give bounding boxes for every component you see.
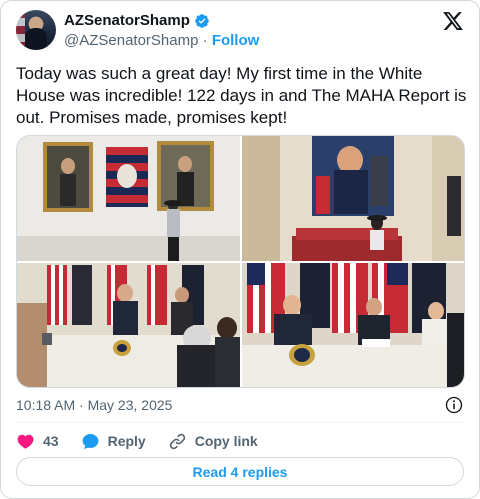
author-display-name[interactable]: AZSenatorShamp [64, 12, 190, 30]
reply-bubble-icon [82, 433, 98, 449]
reply-label: Reply [107, 433, 146, 449]
verified-badge-icon [195, 14, 209, 28]
photo-3[interactable] [17, 263, 240, 387]
reply-button[interactable]: Reply [81, 432, 146, 451]
tweet-text: Today was such a great day! My first tim… [16, 64, 467, 127]
author-names: AZSenatorShamp @AZSenatorShamp · Follow [64, 12, 259, 51]
copy-link-label: Copy link [194, 433, 258, 449]
tweet-card[interactable]: AZSenatorShamp @AZSenatorShamp · Follow … [0, 0, 480, 499]
photo-4[interactable] [242, 263, 464, 387]
avatar-flag-detail [16, 10, 25, 50]
like-button[interactable]: 43 [16, 432, 59, 451]
read-replies-button[interactable]: Read 4 replies [16, 457, 464, 486]
photo-grid[interactable] [16, 135, 465, 388]
heart-icon [17, 434, 34, 449]
author-handle-row: @AZSenatorShamp · Follow [64, 31, 259, 51]
x-logo-icon[interactable] [442, 10, 464, 32]
photo-2[interactable] [242, 136, 464, 261]
divider [16, 422, 464, 423]
info-icon[interactable] [445, 396, 463, 414]
copy-link-icon [169, 433, 185, 449]
photo-1[interactable] [17, 136, 240, 261]
tweet-timestamp[interactable]: 10:18 AM · May 23, 2025 [16, 396, 172, 414]
author-display-name-row[interactable]: AZSenatorShamp [64, 12, 210, 30]
photo-1-image [17, 136, 240, 261]
tweet-actions: 43 Reply Copy link [16, 430, 280, 452]
photo-2-image [242, 136, 464, 261]
tweet-header: AZSenatorShamp @AZSenatorShamp · Follow [16, 10, 464, 56]
photo-3-image [17, 263, 240, 387]
copy-link-button[interactable]: Copy link [168, 432, 258, 451]
follow-button[interactable]: Follow [212, 32, 260, 49]
author-handle[interactable]: @AZSenatorShamp [64, 32, 198, 49]
avatar-figure [25, 28, 47, 50]
photo-4-image [242, 263, 464, 387]
avatar[interactable] [16, 10, 56, 50]
likes-count: 43 [43, 433, 59, 449]
separator-dot: · [202, 32, 208, 49]
